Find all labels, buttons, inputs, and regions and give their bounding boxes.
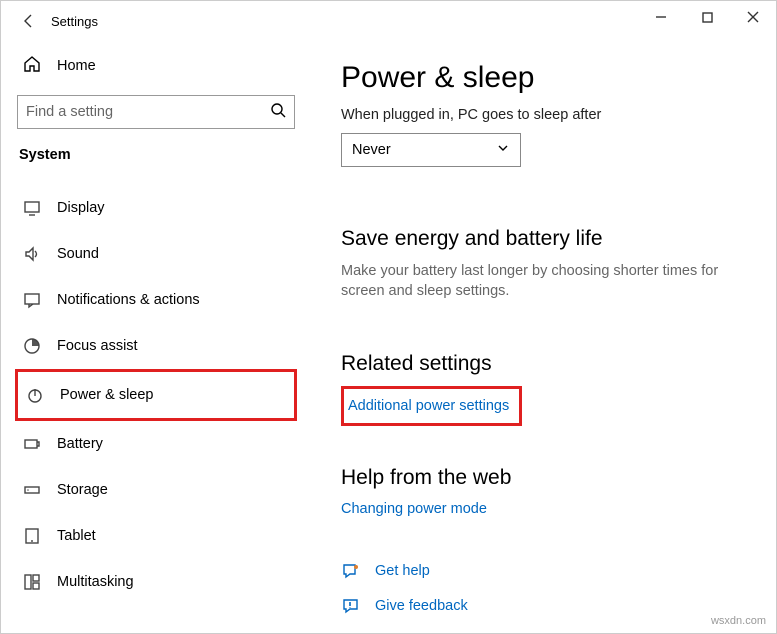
get-help-link[interactable]: Get help: [375, 563, 430, 579]
search-field[interactable]: [26, 104, 270, 120]
sidebar-item-display[interactable]: Display: [15, 185, 297, 231]
window-title: Settings: [45, 14, 98, 29]
sleep-select[interactable]: Never: [341, 133, 521, 167]
sound-icon: [23, 245, 41, 263]
give-feedback-row[interactable]: Give feedback: [341, 589, 746, 624]
nav-label: Battery: [57, 436, 103, 452]
chevron-down-icon: [496, 141, 510, 159]
sidebar-item-sound[interactable]: Sound: [15, 231, 297, 277]
sidebar-item-power[interactable]: Power & sleep: [15, 369, 297, 421]
energy-heading: Save energy and battery life: [341, 227, 746, 251]
sidebar-item-storage[interactable]: Storage: [15, 467, 297, 513]
related-link-highlight: Additional power settings: [341, 386, 522, 426]
home-label: Home: [57, 58, 96, 74]
related-heading: Related settings: [341, 352, 746, 376]
focus-icon: [23, 337, 41, 355]
energy-desc: Make your battery last longer by choosin…: [341, 261, 721, 302]
nav-label: Focus assist: [57, 338, 138, 354]
content-pane: Power & sleep When plugged in, PC goes t…: [311, 41, 776, 633]
sidebar-item-tablet[interactable]: Tablet: [15, 513, 297, 559]
watermark: wsxdn.com: [711, 615, 766, 627]
select-value: Never: [352, 142, 391, 158]
multitasking-icon: [23, 573, 41, 591]
search-icon: [270, 102, 286, 123]
nav-label: Storage: [57, 482, 108, 498]
nav-label: Display: [57, 200, 105, 216]
sidebar-item-multitasking[interactable]: Multitasking: [15, 559, 297, 605]
give-feedback-link[interactable]: Give feedback: [375, 598, 468, 614]
sidebar-item-battery[interactable]: Battery: [15, 421, 297, 467]
sidebar-item-home[interactable]: Home: [15, 49, 297, 91]
help-icon: [341, 562, 361, 581]
close-button[interactable]: [730, 1, 776, 33]
power-icon: [26, 386, 44, 404]
battery-icon: [23, 435, 41, 453]
back-button[interactable]: [13, 13, 45, 29]
additional-power-link[interactable]: Additional power settings: [348, 398, 509, 414]
sidebar: Home System Display Sound Notifications …: [1, 41, 311, 633]
nav-label: Notifications & actions: [57, 292, 200, 308]
minimize-button[interactable]: [638, 1, 684, 33]
plugged-label: When plugged in, PC goes to sleep after: [341, 107, 746, 123]
maximize-button[interactable]: [684, 1, 730, 33]
page-title: Power & sleep: [341, 61, 746, 95]
nav-label: Tablet: [57, 528, 96, 544]
nav-label: Multitasking: [57, 574, 134, 590]
home-icon: [23, 55, 41, 77]
notifications-icon: [23, 291, 41, 309]
get-help-row[interactable]: Get help: [341, 554, 746, 589]
nav-label: Power & sleep: [60, 387, 154, 403]
help-heading: Help from the web: [341, 466, 746, 490]
changing-power-mode-link[interactable]: Changing power mode: [341, 501, 487, 517]
tablet-icon: [23, 527, 41, 545]
sidebar-item-notifications[interactable]: Notifications & actions: [15, 277, 297, 323]
feedback-icon: [341, 597, 361, 616]
display-icon: [23, 199, 41, 217]
section-label: System: [15, 147, 297, 185]
sidebar-item-focus[interactable]: Focus assist: [15, 323, 297, 369]
search-input[interactable]: [17, 95, 295, 129]
storage-icon: [23, 481, 41, 499]
nav-label: Sound: [57, 246, 99, 262]
